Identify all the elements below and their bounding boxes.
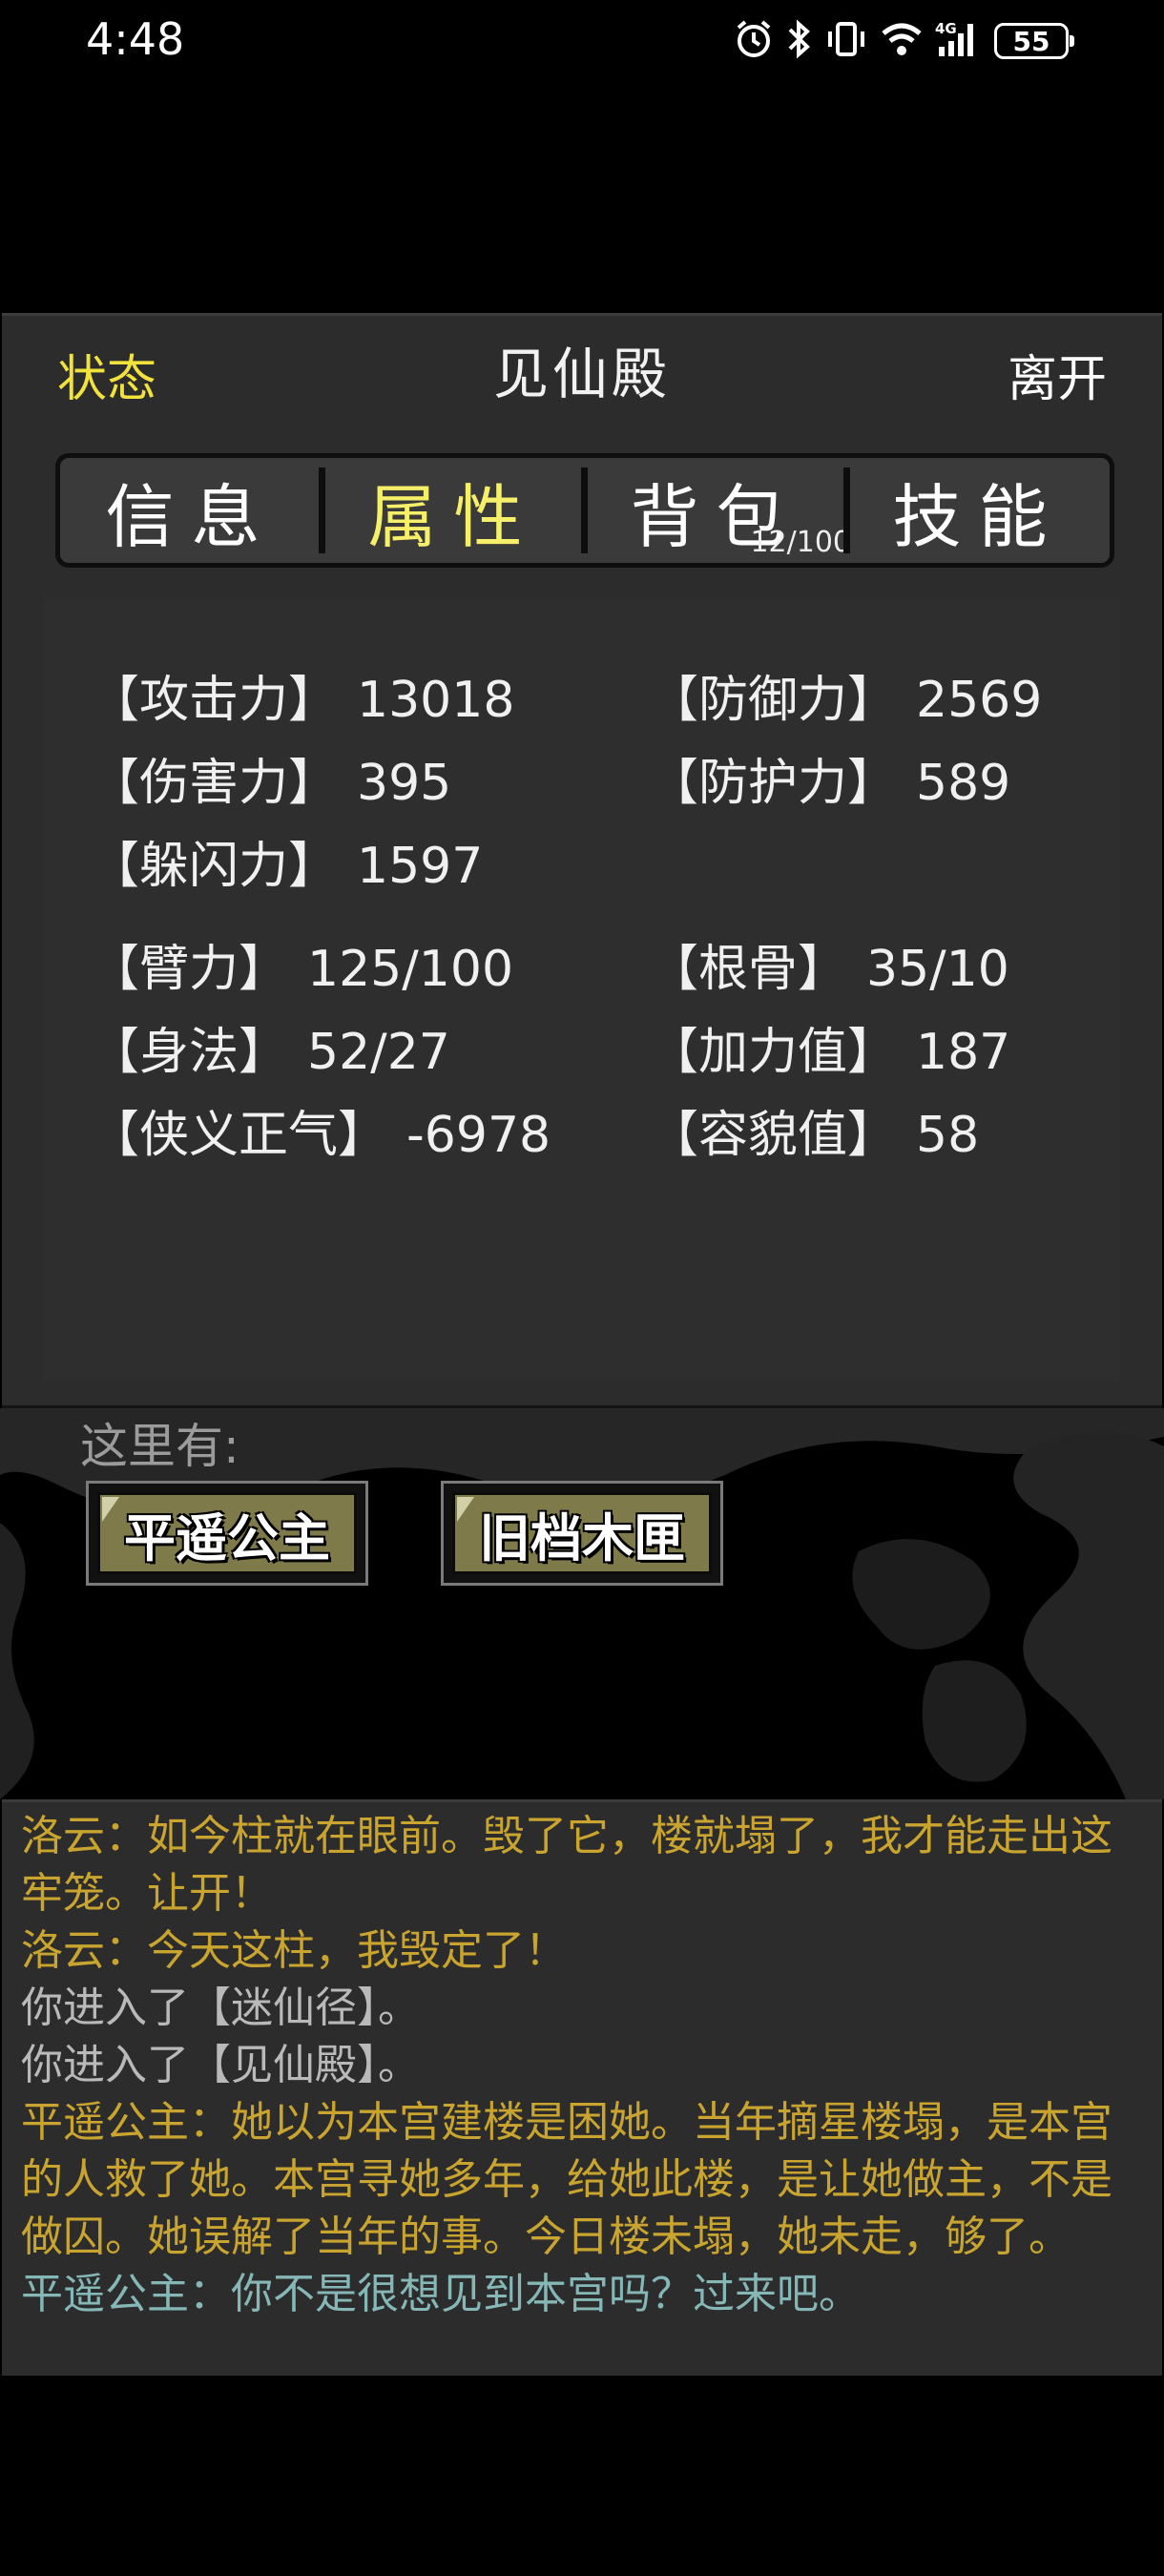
message-log[interactable]: 洛云：如今柱就在眼前。毁了它，楼就塌了，我才能走出这牢笼。让开！ 洛云：今天这柱… bbox=[2, 1799, 1162, 2376]
stat-agility: 【身法】 52/27 bbox=[90, 1011, 450, 1083]
stat-value: 395 bbox=[357, 755, 452, 812]
game-screen: 4:48 4G 55 状态 见仙殿 离开 信息 属性 背包 12/100 技能 … bbox=[0, 0, 1164, 2576]
location-title: 见仙殿 bbox=[492, 342, 671, 406]
stat-label: 【侠义正气】 bbox=[90, 1107, 388, 1164]
tab-skills-label: 技能 bbox=[892, 476, 1065, 557]
tab-attributes-label: 属性 bbox=[367, 476, 540, 557]
character-panel: 状态 见仙殿 离开 信息 属性 背包 12/100 技能 【攻击力】 13018 … bbox=[2, 313, 1162, 1408]
stat-chivalry: 【侠义正气】 -6978 bbox=[90, 1094, 551, 1166]
log-line: 你进入了【见仙殿】。 bbox=[21, 2041, 420, 2089]
inventory-count: 12/100 bbox=[750, 526, 851, 559]
stat-label: 【加力值】 bbox=[649, 1024, 898, 1081]
status-bar: 4:48 4G 55 bbox=[0, 0, 1164, 86]
stat-arm: 【臂力】 125/100 bbox=[90, 928, 513, 1000]
tab-info-label: 信息 bbox=[105, 476, 278, 557]
stat-dodge: 【躲闪力】 1597 bbox=[90, 825, 483, 897]
svg-text:4G: 4G bbox=[935, 20, 957, 37]
log-line: 你进入了【迷仙径】。 bbox=[21, 1984, 420, 2032]
stat-value: 1597 bbox=[357, 838, 484, 895]
entity-button-princess[interactable]: 平遥公主 bbox=[86, 1481, 368, 1586]
stat-value: 187 bbox=[916, 1024, 1011, 1081]
log-line: 洛云：今天这柱，我毁定了！ bbox=[21, 1926, 567, 1975]
stat-protection: 【防护力】 589 bbox=[649, 742, 1010, 814]
entity-label: 旧档木匣 bbox=[452, 1492, 712, 1574]
stat-value: 58 bbox=[916, 1107, 980, 1164]
stat-value: 125/100 bbox=[307, 941, 514, 998]
vibrate-icon bbox=[824, 18, 868, 64]
stat-label: 【根骨】 bbox=[649, 941, 848, 998]
scene-area: 这里有: 平遥公主 旧档木匣 bbox=[0, 1408, 1164, 1799]
tab-inventory[interactable]: 背包 12/100 bbox=[581, 458, 851, 563]
battery-level: 55 bbox=[1012, 25, 1050, 57]
stat-looks: 【容貌值】 58 bbox=[649, 1094, 979, 1166]
attributes-list: 【攻击力】 13018 【防御力】 2569 【伤害力】 395 【防护力】 589 【… bbox=[44, 598, 1120, 1381]
stat-label: 【攻击力】 bbox=[90, 672, 339, 729]
stat-value: 35/10 bbox=[866, 941, 1009, 998]
stat-bonus: 【加力值】 187 bbox=[649, 1011, 1010, 1083]
stat-value: 2569 bbox=[916, 672, 1043, 729]
wifi-icon bbox=[880, 20, 924, 62]
stat-label: 【伤害力】 bbox=[90, 755, 339, 812]
bluetooth-icon bbox=[786, 18, 813, 64]
log-line: 平遥公主：你不是很想见到本宫吗？过来吧。 bbox=[21, 2270, 861, 2318]
tab-info[interactable]: 信息 bbox=[60, 458, 322, 563]
entity-button-wooden-box[interactable]: 旧档木匣 bbox=[441, 1481, 723, 1586]
stat-value: 52/27 bbox=[307, 1024, 450, 1081]
tab-skills[interactable]: 技能 bbox=[843, 458, 1110, 563]
status-icons: 4G 55 bbox=[733, 17, 1074, 65]
tab-bar: 信息 属性 背包 12/100 技能 bbox=[55, 453, 1114, 568]
log-line: 洛云：如今柱就在眼前。毁了它，楼就塌了，我才能走出这牢笼。让开！ bbox=[21, 1812, 1112, 1918]
stat-label: 【容貌值】 bbox=[649, 1107, 898, 1164]
entity-label: 平遥公主 bbox=[97, 1492, 357, 1574]
battery-indicator: 55 bbox=[994, 23, 1074, 59]
stat-attack: 【攻击力】 13018 bbox=[90, 659, 514, 731]
stat-value: -6978 bbox=[406, 1107, 551, 1164]
stat-value: 589 bbox=[916, 755, 1011, 812]
stat-bone: 【根骨】 35/10 bbox=[649, 928, 1009, 1000]
stat-damage: 【伤害力】 395 bbox=[90, 742, 451, 814]
stat-label: 【躲闪力】 bbox=[90, 838, 339, 895]
stat-value: 13018 bbox=[357, 672, 515, 729]
stat-defense: 【防御力】 2569 bbox=[649, 659, 1042, 731]
stat-label: 【防御力】 bbox=[649, 672, 898, 729]
log-line: 平遥公主：她以为本宫建楼是困她。当年摘星楼塌，是本宫的人救了她。本宫寻她多年，给… bbox=[21, 2098, 1112, 2261]
signal-4g-icon: 4G bbox=[935, 18, 983, 64]
alarm-icon bbox=[733, 18, 775, 64]
here-label: 这里有: bbox=[80, 1419, 239, 1474]
stat-label: 【防护力】 bbox=[649, 755, 898, 812]
stat-label: 【身法】 bbox=[90, 1024, 289, 1081]
stat-label: 【臂力】 bbox=[90, 941, 289, 998]
tab-attributes[interactable]: 属性 bbox=[319, 458, 585, 563]
clock: 4:48 bbox=[86, 13, 185, 65]
leave-button[interactable]: 离开 bbox=[1008, 339, 1107, 410]
